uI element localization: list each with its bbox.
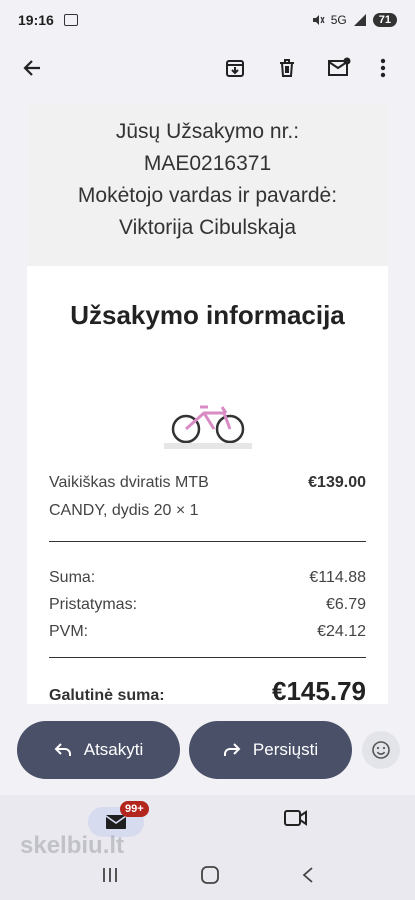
status-bar: 19:16 5G 71 bbox=[0, 0, 415, 40]
back-button[interactable] bbox=[12, 48, 52, 88]
app-bar bbox=[0, 40, 415, 96]
summary-label: Suma: bbox=[49, 569, 96, 586]
delete-icon bbox=[280, 59, 294, 77]
reply-icon bbox=[54, 743, 71, 756]
total-value: €145.79 bbox=[272, 676, 366, 704]
screenshot-icon bbox=[63, 14, 78, 26]
product-row: Vaikiškas dviratis MTB CANDY, dydis 20 ×… bbox=[49, 469, 366, 525]
total-row: Galutinė suma: €145.79 bbox=[49, 676, 366, 704]
email-body[interactable]: Jūsų Užsakymo nr.: MAE0216371 Mokėtojo v… bbox=[9, 104, 406, 704]
nav-meet[interactable] bbox=[284, 809, 308, 832]
system-nav-bar bbox=[0, 855, 415, 900]
action-bar: Atsakyti Persiųsti bbox=[0, 720, 415, 780]
divider bbox=[49, 657, 366, 658]
system-back-button[interactable] bbox=[301, 866, 315, 889]
forward-icon bbox=[223, 743, 241, 756]
reply-label: Atsakyti bbox=[83, 740, 144, 759]
summary-row-shipping: Pristatymas: €6.79 bbox=[49, 591, 366, 618]
payer-label: Mokėtojo vardas ir pavardė: bbox=[77, 184, 338, 207]
delete-button[interactable] bbox=[267, 48, 307, 88]
summary-label: PVM: bbox=[49, 623, 89, 640]
recents-button[interactable] bbox=[100, 866, 120, 889]
archive-icon bbox=[226, 60, 244, 77]
order-info-title: Užsakymo informacija bbox=[70, 300, 345, 330]
back-arrow-icon bbox=[23, 60, 40, 76]
unread-badge: 99+ bbox=[120, 801, 149, 817]
home-button[interactable] bbox=[200, 865, 220, 890]
status-right: 5G 71 bbox=[311, 13, 397, 27]
mark-unread-icon bbox=[328, 57, 351, 76]
emoji-reaction-button[interactable] bbox=[362, 731, 400, 769]
total-label: Galutinė suma: bbox=[49, 687, 165, 704]
summary-value: €6.79 bbox=[325, 596, 366, 613]
order-info-card: Užsakymo informacija Vaikiškas dviratis … bbox=[27, 266, 388, 704]
mark-unread-button[interactable] bbox=[319, 48, 359, 88]
video-icon bbox=[284, 810, 307, 826]
summary-value: €24.12 bbox=[317, 623, 366, 640]
battery-indicator: 71 bbox=[372, 13, 397, 27]
back-icon bbox=[302, 867, 313, 883]
emoji-icon bbox=[372, 741, 390, 759]
summary-row-vat: PVM: €24.12 bbox=[49, 618, 366, 645]
product-image bbox=[163, 393, 252, 449]
network-type: 5G bbox=[330, 13, 347, 27]
order-header: Jūsų Užsakymo nr.: MAE0216371 Mokėtojo v… bbox=[27, 104, 388, 266]
archive-button[interactable] bbox=[215, 48, 255, 88]
forward-button[interactable]: Persiųsti bbox=[189, 721, 352, 779]
summary-row-subtotal: Suma: €114.88 bbox=[49, 564, 366, 591]
divider bbox=[49, 541, 366, 542]
signal-icon bbox=[353, 14, 366, 26]
mute-icon bbox=[312, 15, 325, 25]
forward-label: Persiųsti bbox=[252, 740, 319, 759]
reply-button[interactable]: Atsakyti bbox=[17, 721, 180, 779]
payer-name: Viktorija Cibulskaja bbox=[118, 216, 297, 239]
product-price: €139.00 bbox=[308, 474, 366, 491]
mail-icon bbox=[105, 815, 127, 829]
order-number: MAE0216371 bbox=[143, 152, 272, 175]
product-name: Vaikiškas dviratis MTB CANDY, dydis 20 ×… bbox=[49, 474, 209, 519]
summary-label: Pristatymas: bbox=[49, 596, 138, 613]
home-icon bbox=[201, 866, 220, 884]
status-time: 19:16 bbox=[18, 12, 54, 28]
recents-icon bbox=[103, 868, 118, 882]
more-vert-icon bbox=[380, 58, 386, 78]
order-number-label: Jūsų Užsakymo nr.: bbox=[115, 120, 300, 143]
summary-value: €114.88 bbox=[309, 569, 366, 586]
more-options-button[interactable] bbox=[363, 48, 403, 88]
